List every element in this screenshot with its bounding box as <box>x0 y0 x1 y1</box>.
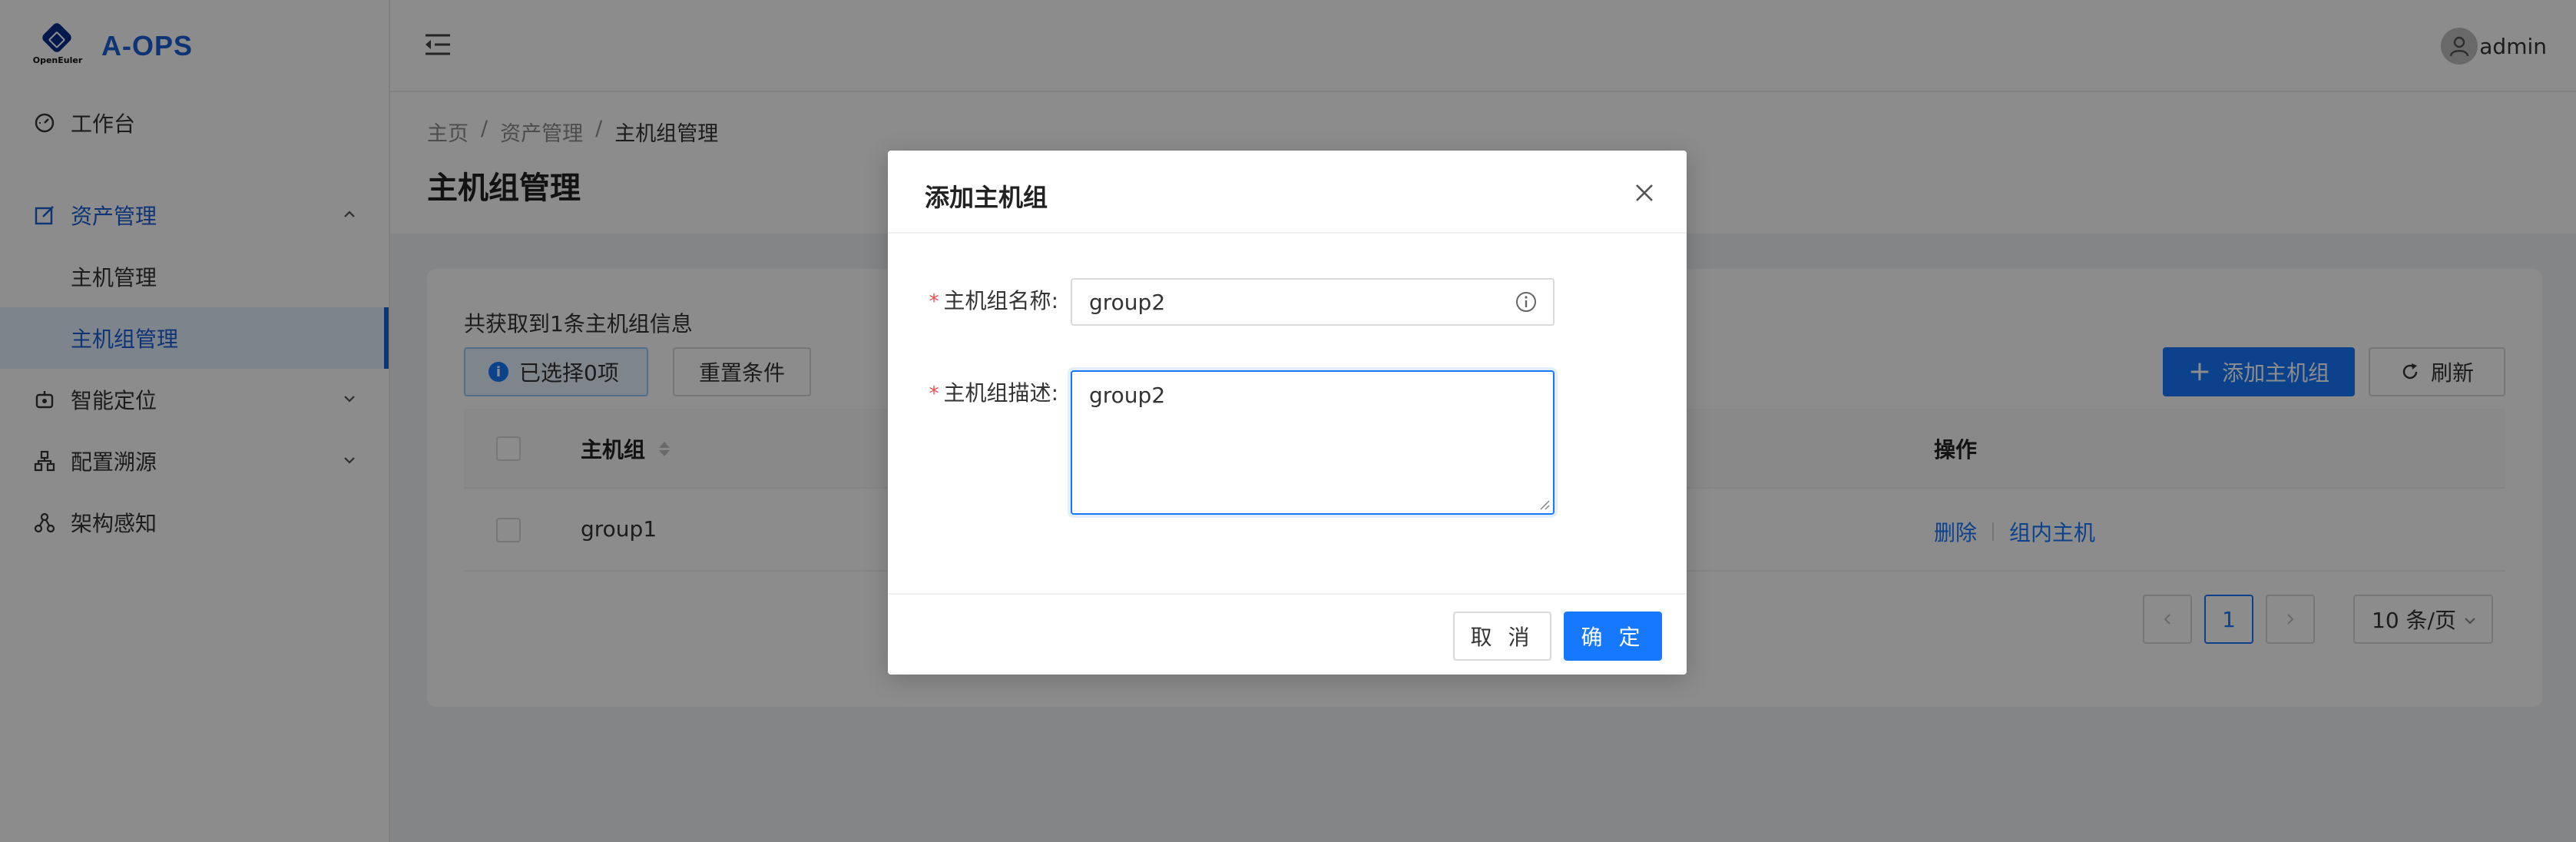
close-icon[interactable] <box>1631 180 1657 206</box>
host-group-description-textarea[interactable]: group2 <box>1071 370 1555 515</box>
form-row-name: * 主机组名称: group2 <box>925 278 1555 326</box>
host-group-description-value: group2 <box>1089 383 1166 408</box>
modal-footer: 取 消 确 定 <box>888 593 1687 675</box>
modal-title: 添加主机组 <box>925 183 1048 212</box>
form-row-description: * 主机组描述: group2 <box>925 370 1555 515</box>
host-group-name-input[interactable]: group2 <box>1071 278 1555 326</box>
confirm-button[interactable]: 确 定 <box>1564 612 1662 661</box>
app-root: OpenEuler A-OPS 工作台 资产管理 主机管理 主机组管理 智能定位… <box>0 0 2576 842</box>
name-label: * 主机组名称: <box>929 288 1058 313</box>
host-group-name-value: group2 <box>1089 289 1166 315</box>
add-host-group-modal: 添加主机组 * 主机组名称: group2 * 主机组描述: group2 取 … <box>888 151 1687 675</box>
cancel-button[interactable]: 取 消 <box>1453 612 1551 661</box>
modal-header: 添加主机组 <box>888 151 1687 234</box>
resize-handle-icon[interactable] <box>1538 498 1550 510</box>
info-circle-icon[interactable] <box>1515 290 1538 313</box>
description-label: * 主机组描述: <box>929 380 1058 406</box>
